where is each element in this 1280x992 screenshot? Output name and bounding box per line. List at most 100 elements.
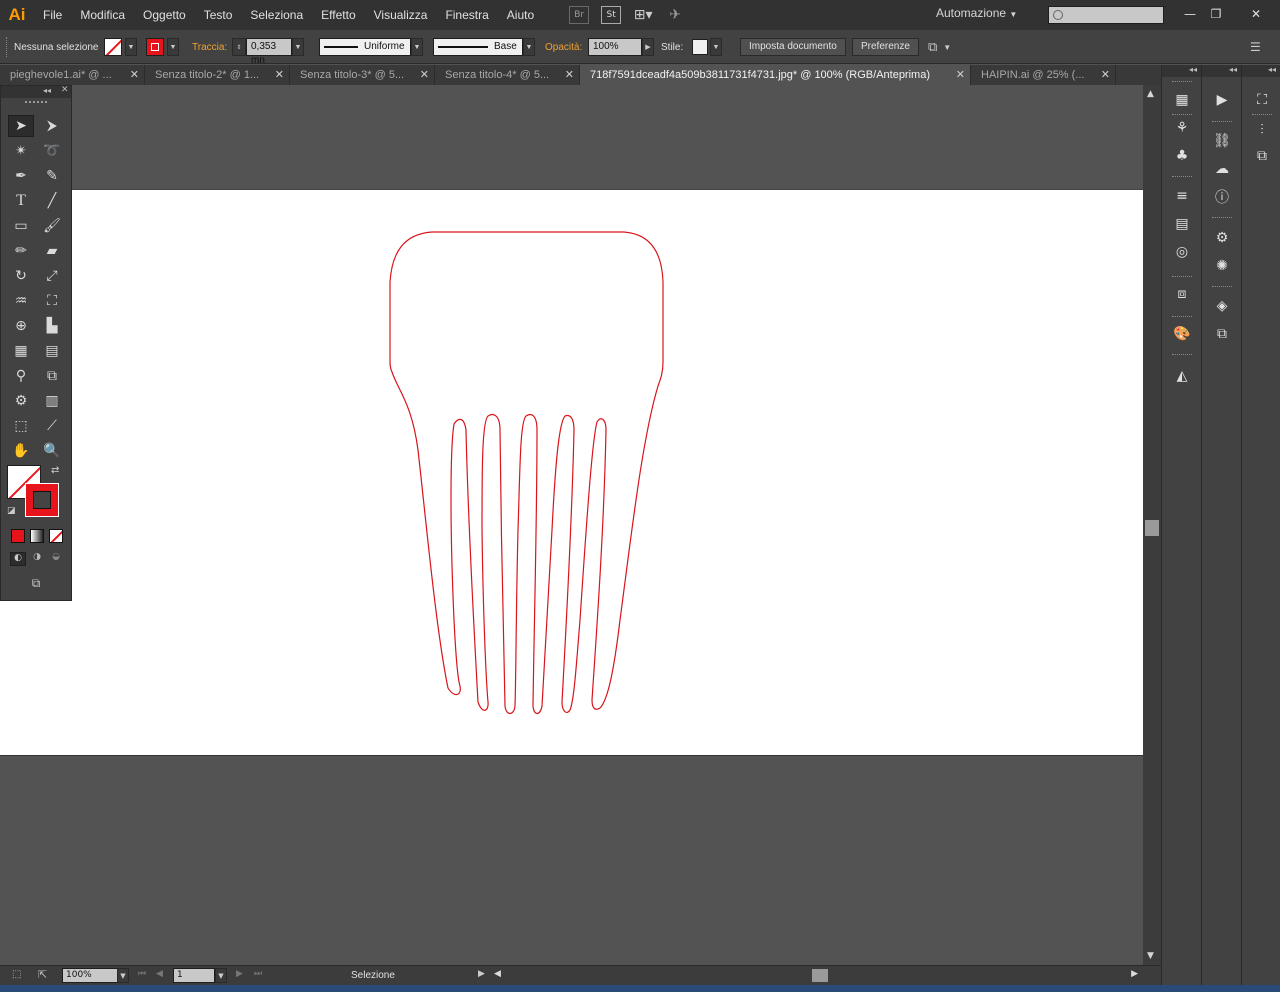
restore-button[interactable]: ❐ bbox=[1204, 4, 1228, 24]
status-menu-arrow-icon[interactable]: ▶ bbox=[478, 969, 485, 979]
minimize-button[interactable]: — bbox=[1178, 4, 1202, 24]
panel-grip[interactable] bbox=[1212, 217, 1232, 220]
graphic-styles-panel-icon[interactable]: ⚙ bbox=[1212, 228, 1232, 248]
control-grip[interactable] bbox=[6, 30, 14, 64]
align-options-icon[interactable]: ⧉ ▼ bbox=[928, 30, 951, 64]
panel-grip[interactable] bbox=[1212, 121, 1232, 124]
stroke-dropdown-arrow[interactable]: ▼ bbox=[167, 38, 179, 56]
libraries-panel-icon[interactable]: ☁ bbox=[1212, 159, 1232, 179]
profile-dropdown[interactable]: ▼ bbox=[411, 38, 423, 56]
workspace-switcher[interactable]: Automazione ▼ bbox=[936, 6, 1017, 20]
close-window-button[interactable]: ✕ bbox=[1244, 4, 1268, 24]
pathfinder-panel-icon[interactable]: ⧉ bbox=[1252, 146, 1272, 166]
close-icon[interactable]: ✕ bbox=[1101, 68, 1110, 81]
graphic-style-dropdown[interactable]: ▼ bbox=[710, 38, 722, 56]
none-mode-button[interactable] bbox=[49, 529, 63, 543]
close-icon[interactable]: ✕ bbox=[130, 68, 139, 81]
panel-grip[interactable] bbox=[1172, 354, 1192, 357]
gradient-mode-button[interactable] bbox=[30, 529, 44, 543]
zoom-input[interactable]: 100% bbox=[62, 968, 118, 983]
symbols-panel-icon[interactable]: ♣ bbox=[1172, 146, 1192, 166]
paintbrush-tool-icon[interactable]: 🖌 bbox=[39, 215, 65, 237]
first-artboard-icon[interactable]: ⏮ bbox=[138, 969, 146, 979]
links-panel-icon[interactable]: ⛓ bbox=[1212, 131, 1232, 151]
current-tool-status[interactable]: Selezione bbox=[351, 970, 395, 981]
opacity-slider-arrow[interactable]: ▶ bbox=[642, 38, 654, 56]
artboard-dropdown[interactable]: ▼ bbox=[215, 968, 227, 983]
scroll-up-arrow-icon[interactable]: ▲ bbox=[1147, 89, 1154, 99]
draw-normal-icon[interactable]: ◐ bbox=[10, 552, 26, 566]
panel-grip[interactable] bbox=[1172, 81, 1192, 84]
menu-effetto[interactable]: Effetto bbox=[312, 0, 364, 30]
color-guide-panel-icon[interactable]: 🎨 bbox=[1172, 324, 1192, 344]
panel-grip[interactable] bbox=[1252, 114, 1272, 117]
arrange-documents-icon[interactable]: ⊞▾ bbox=[633, 6, 653, 24]
tools-panel-header[interactable]: ◂◂ ✕ bbox=[1, 86, 71, 98]
menu-oggetto[interactable]: Oggetto bbox=[134, 0, 195, 30]
draw-behind-icon[interactable]: ◑ bbox=[29, 552, 45, 566]
close-icon[interactable]: ✕ bbox=[275, 68, 284, 81]
layers-panel-icon[interactable]: ◈ bbox=[1212, 296, 1232, 316]
brush-definition[interactable]: Base ▼ bbox=[433, 30, 535, 64]
transparency-panel-icon[interactable]: ◎ bbox=[1172, 242, 1192, 262]
bridge-button[interactable]: Br bbox=[569, 6, 589, 24]
selection-tool-icon[interactable]: ➤ bbox=[8, 115, 34, 137]
gradient-tool-icon[interactable]: ▤ bbox=[39, 340, 65, 362]
tab-pieghevole1[interactable]: pieghevole1.ai* @ ...✕ bbox=[0, 65, 145, 85]
hairpin-artwork[interactable] bbox=[0, 190, 1143, 757]
perspective-grid-tool-icon[interactable]: ▙ bbox=[39, 315, 65, 337]
document-canvas[interactable] bbox=[0, 85, 1143, 965]
scroll-down-arrow-icon[interactable]: ▼ bbox=[1147, 951, 1154, 961]
rectangle-tool-icon[interactable]: ▭ bbox=[8, 215, 34, 237]
tab-senza-titolo-4[interactable]: Senza titolo-4* @ 5...✕ bbox=[435, 65, 580, 85]
panel-grip[interactable] bbox=[1172, 114, 1192, 117]
symbol-sprayer-tool-icon[interactable]: ⚙ bbox=[8, 390, 34, 412]
actions-panel-icon[interactable]: ▶ bbox=[1212, 90, 1232, 110]
gpu-performance-icon[interactable]: ✈ bbox=[665, 6, 685, 24]
screen-mode-icon[interactable]: ⧉ bbox=[25, 576, 47, 592]
graphic-style-swatch[interactable] bbox=[692, 39, 708, 55]
stock-button[interactable]: St bbox=[601, 6, 621, 24]
dock-collapse-icon[interactable]: ◂◂ bbox=[1162, 65, 1201, 77]
shape-builder-tool-icon[interactable]: ⊕ bbox=[8, 315, 34, 337]
zoom-dropdown[interactable]: ▼ bbox=[117, 968, 129, 983]
tab-senza-titolo-2[interactable]: Senza titolo-2* @ 1...✕ bbox=[145, 65, 290, 85]
direct-selection-tool-icon[interactable]: ⮞ bbox=[39, 115, 65, 137]
tab-haipin[interactable]: HAIPIN.ai @ 25% (...✕ bbox=[971, 65, 1116, 85]
brush-field[interactable]: Base bbox=[433, 38, 523, 56]
tools-grip[interactable] bbox=[25, 101, 47, 103]
comb-outline-path[interactable] bbox=[390, 232, 663, 714]
help-search-input[interactable] bbox=[1048, 6, 1164, 24]
scroll-left-arrow-icon[interactable]: ◀ bbox=[494, 969, 501, 979]
tab-senza-titolo-3[interactable]: Senza titolo-3* @ 5...✕ bbox=[290, 65, 435, 85]
artboards-panel-icon[interactable]: ⧉ bbox=[1212, 324, 1232, 344]
image-trace-panel-icon[interactable]: ⧈ bbox=[1172, 284, 1192, 304]
align-panel-icon[interactable]: ⫶ bbox=[1252, 120, 1272, 140]
magic-wand-panel-icon[interactable]: ✺ bbox=[1212, 256, 1232, 276]
artboard[interactable] bbox=[0, 189, 1143, 756]
opacity-label[interactable]: Opacità: bbox=[545, 30, 582, 64]
vertical-scrollbar[interactable]: ▲ ▼ bbox=[1143, 85, 1161, 965]
brushes-panel-icon[interactable]: ⚘ bbox=[1172, 118, 1192, 138]
profile-field[interactable]: Uniforme bbox=[319, 38, 411, 56]
stroke-swatch-control[interactable]: ▼ bbox=[146, 30, 179, 64]
variable-width-profile[interactable]: Uniforme ▼ bbox=[319, 30, 423, 64]
fill-swatch-control[interactable]: ▼ bbox=[104, 30, 137, 64]
close-icon[interactable]: ✕ bbox=[420, 68, 429, 81]
stroke-label[interactable]: Traccia: bbox=[192, 30, 227, 64]
opacity-input[interactable]: 100% bbox=[588, 38, 642, 56]
rotate-tool-icon[interactable]: ↻ bbox=[8, 265, 34, 287]
swap-fill-stroke-icon[interactable]: ⇄ bbox=[51, 465, 59, 476]
appearance-panel-icon[interactable]: ◭ bbox=[1172, 366, 1192, 386]
menu-aiuto[interactable]: Aiuto bbox=[498, 0, 543, 30]
status-share-icon[interactable]: ⇱ bbox=[38, 968, 47, 981]
magic-wand-tool-icon[interactable]: ✴ bbox=[8, 140, 34, 162]
draw-inside-icon[interactable]: ◒ bbox=[48, 552, 64, 566]
panel-grip[interactable] bbox=[1172, 176, 1192, 179]
stroke-color-swatch[interactable] bbox=[146, 38, 164, 56]
column-graph-tool-icon[interactable]: ▥ bbox=[39, 390, 65, 412]
blend-tool-icon[interactable]: ⧉ bbox=[39, 365, 65, 387]
prev-artboard-icon[interactable]: ◀ bbox=[156, 969, 163, 979]
stroke-indicator[interactable] bbox=[25, 483, 59, 517]
menu-modifica[interactable]: Modifica bbox=[71, 0, 134, 30]
